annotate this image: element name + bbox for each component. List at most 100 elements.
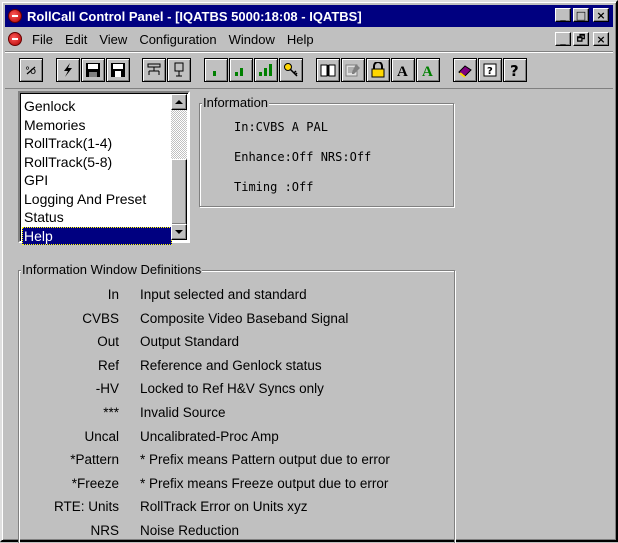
definition-value: Composite Video Baseband Signal <box>140 310 349 326</box>
menu-file[interactable]: File <box>26 32 59 47</box>
definition-key: In <box>107 287 119 302</box>
list-item[interactable]: Logging And Preset <box>22 190 172 209</box>
route-button[interactable]: °o <box>19 58 43 82</box>
arrow-up-icon <box>175 100 183 104</box>
definition-row: NRS Noise Reduction <box>19 521 449 541</box>
definition-row: In Input selected and standard <box>19 285 449 305</box>
document-icon[interactable] <box>8 32 22 46</box>
info-timing-line: Timing :Off <box>234 180 314 194</box>
list-item[interactable]: RollTrack(5-8) <box>22 153 172 172</box>
definition-row: Out Output Standard <box>19 332 449 352</box>
edit-doc-button[interactable] <box>341 58 365 82</box>
main-window: RollCall Control Panel - [IQATBS 5000:18… <box>0 0 618 543</box>
scroll-down-button[interactable] <box>171 224 187 240</box>
list-scrollbar[interactable] <box>171 94 187 240</box>
context-help-button[interactable]: ? <box>478 58 502 82</box>
title-bar[interactable]: RollCall Control Panel - [IQATBS 5000:18… <box>5 5 613 27</box>
definition-key: CVBS <box>82 310 119 326</box>
font-green-button[interactable]: A <box>416 58 440 82</box>
device-icon <box>174 62 184 77</box>
menu-bar: File Edit View Configuration Window Help… <box>5 29 613 49</box>
definition-key: *Pattern <box>70 452 119 468</box>
svg-text:?: ? <box>487 66 493 77</box>
list-item[interactable]: Genlock <box>22 97 172 116</box>
list-item[interactable]: Status <box>22 208 172 227</box>
definitions-title: Information Window Definitions <box>21 262 203 278</box>
svg-text:?: ? <box>510 62 519 78</box>
font-a-green-icon: A <box>422 64 433 78</box>
maximize-button[interactable]: □ <box>573 8 589 22</box>
context-help-icon: ? <box>483 63 497 77</box>
definition-value: Reference and Genlock status <box>140 357 322 373</box>
network-button[interactable] <box>142 58 166 82</box>
definition-key: *Freeze <box>71 475 119 491</box>
definition-row: *** Invalid Source <box>19 403 449 423</box>
definition-value: Invalid Source <box>140 405 226 420</box>
help-book-button[interactable] <box>453 58 477 82</box>
save-icon <box>86 63 100 77</box>
doc-restore-button[interactable]: 🗗 <box>573 32 589 46</box>
font-a-icon: A <box>397 64 408 78</box>
definition-key: -HV <box>95 381 119 397</box>
menu-window[interactable]: Window <box>223 32 281 47</box>
list-item[interactable]: GPI <box>22 171 172 190</box>
svg-text:A: A <box>422 64 433 78</box>
definition-value: RollTrack Error on Units xyz <box>140 499 308 515</box>
definition-row: -HV Locked to Ref H&V Syncs only <box>19 379 449 399</box>
save-all-icon <box>111 63 125 77</box>
lock-button[interactable] <box>366 58 390 82</box>
save-all-button[interactable] <box>106 58 130 82</box>
key-button[interactable] <box>279 58 303 82</box>
menu-help[interactable]: Help <box>281 32 320 47</box>
definitions-panel: Information Window Definitions In Input s… <box>18 262 455 543</box>
info-input-line: In:CVBS A PAL <box>234 120 328 134</box>
definition-key: NRS <box>90 523 119 538</box>
definition-key: Ref <box>97 357 119 373</box>
font-button[interactable]: A <box>391 58 415 82</box>
close-icon: × <box>596 32 606 46</box>
definition-row: *Pattern * Prefix means Pattern output du… <box>19 450 449 470</box>
signal-medium-button[interactable] <box>229 58 253 82</box>
arrow-down-icon <box>175 230 183 234</box>
menu-configuration[interactable]: Configuration <box>133 32 222 47</box>
close-button[interactable]: × <box>593 8 609 22</box>
list-item[interactable]: Help <box>22 226 172 245</box>
signal-high-button[interactable] <box>254 58 278 82</box>
definition-value: Uncalibrated-Proc Amp <box>140 428 279 444</box>
list-item[interactable]: Memories <box>22 116 172 135</box>
definition-key: Uncal <box>84 428 119 444</box>
definition-row: *Freeze * Prefix means Freeze output due … <box>19 474 449 494</box>
network-icon <box>147 63 161 75</box>
lightning-button[interactable] <box>56 58 80 82</box>
toolbar: °o <box>5 51 613 89</box>
question-button[interactable]: ? <box>503 58 527 82</box>
scroll-up-button[interactable] <box>171 94 187 110</box>
save-button[interactable] <box>81 58 105 82</box>
menu-edit[interactable]: Edit <box>59 32 93 47</box>
signal-low-button[interactable] <box>204 58 228 82</box>
doc-close-button[interactable]: × <box>593 32 609 46</box>
lock-icon <box>371 62 385 78</box>
help-book-icon <box>458 65 472 78</box>
menu-view[interactable]: View <box>93 32 133 47</box>
scroll-thumb[interactable] <box>171 159 187 225</box>
signal-low-icon <box>213 71 216 76</box>
book-button[interactable] <box>316 58 340 82</box>
definition-row: RTE: Units RollTrack Error on Units xyz <box>19 497 449 517</box>
definition-value: * Prefix means Freeze output due to erro… <box>140 475 389 491</box>
minimize-icon: _ <box>560 8 566 22</box>
minimize-icon: _ <box>560 32 566 46</box>
minimize-button[interactable]: _ <box>555 8 571 22</box>
device-button[interactable] <box>167 58 191 82</box>
definition-key: *** <box>103 405 119 420</box>
definition-row: Ref Reference and Genlock status <box>19 356 449 376</box>
signal-high-icon <box>259 64 272 76</box>
doc-minimize-button[interactable]: _ <box>555 32 571 46</box>
signal-medium-icon <box>235 68 243 76</box>
info-enhance-line: Enhance:Off NRS:Off <box>234 150 372 164</box>
list-item[interactable]: RollTrack(1-4) <box>22 134 172 153</box>
app-icon[interactable] <box>8 9 22 23</box>
definition-value: Input selected and standard <box>140 287 307 302</box>
navigation-list[interactable]: Genlock Memories RollTrack(1-4) RollTrack(5… <box>18 91 190 245</box>
information-title: Information <box>202 95 270 111</box>
